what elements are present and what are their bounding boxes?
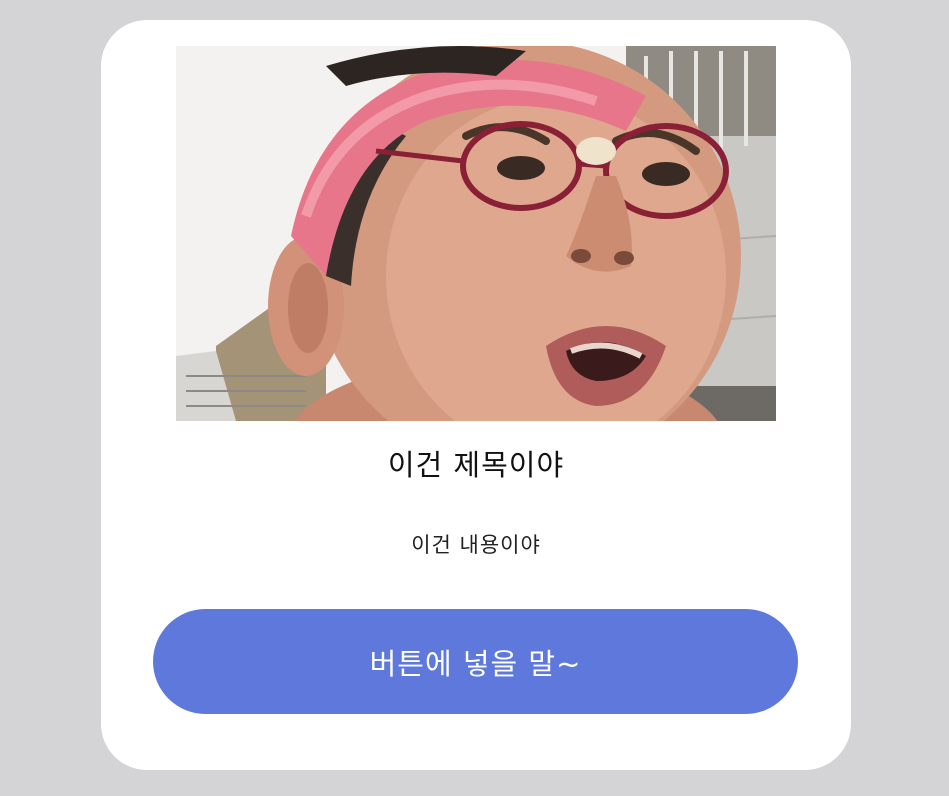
primary-action-button[interactable]: 버튼에 넣을 말~ <box>153 609 798 714</box>
card-image <box>176 46 776 421</box>
card: 이건 제목이야 이건 내용이야 버튼에 넣을 말~ <box>101 20 851 770</box>
card-content: 이건 내용이야 <box>411 533 541 557</box>
card-title: 이건 제목이야 <box>387 448 565 482</box>
